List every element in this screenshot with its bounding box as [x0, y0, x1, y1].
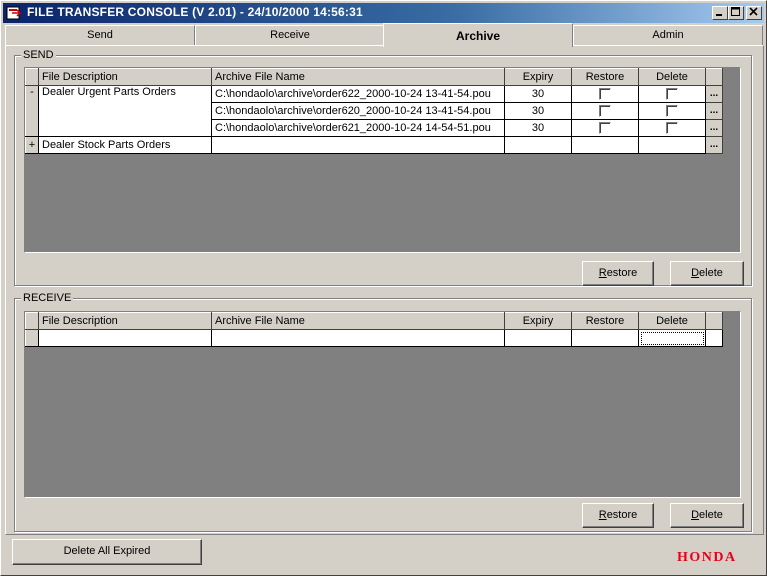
send-archive-table: File Description Archive File Name Expir… — [25, 68, 723, 154]
window-title: FILE TRANSFER CONSOLE (V 2.01) - 24/10/2… — [27, 5, 363, 19]
restore-cell[interactable] — [571, 329, 639, 347]
minimize-icon — [716, 14, 722, 16]
send-delete-label: elete — [699, 267, 723, 279]
col-file-description[interactable]: File Description — [38, 312, 212, 330]
expand-toggle[interactable]: + — [25, 136, 39, 154]
receive-restore-label: estore — [606, 509, 638, 521]
group-description: Dealer Urgent Parts Orders — [38, 85, 212, 137]
table-row[interactable] — [25, 329, 723, 347]
tab-admin[interactable]: Admin — [573, 25, 763, 45]
table-row[interactable]: - Dealer Urgent Parts Orders C:\hondaolo… — [25, 85, 723, 137]
col-spacer — [705, 68, 723, 86]
expiry-value[interactable] — [504, 136, 572, 154]
delete-checkbox[interactable] — [666, 122, 678, 135]
col-archive-file-name[interactable]: Archive File Name — [211, 68, 505, 86]
receive-archive-grid[interactable]: File Description Archive File Name Expir… — [24, 311, 741, 498]
restore-checkbox-cell[interactable] — [571, 85, 639, 103]
delete-cell[interactable] — [638, 136, 706, 154]
send-archive-grid[interactable]: File Description Archive File Name Expir… — [24, 67, 741, 253]
receive-delete-label: elete — [699, 509, 723, 521]
delete-checkbox[interactable] — [666, 105, 678, 118]
expiry-value[interactable]: 30 — [504, 102, 572, 120]
col-delete[interactable]: Delete — [638, 312, 706, 330]
delete-checkbox-cell[interactable] — [638, 85, 706, 103]
send-group-label: SEND — [21, 49, 56, 61]
collapse-toggle[interactable]: - — [25, 85, 39, 137]
col-spacer — [705, 312, 723, 330]
row-more-button[interactable]: ... — [705, 85, 723, 103]
receive-restore-button[interactable]: Restore — [582, 503, 654, 528]
tab-send[interactable]: Send — [5, 25, 195, 45]
receive-restore-accel: R — [598, 509, 607, 521]
delete-checkbox-cell[interactable] — [638, 102, 706, 120]
receive-table-header: File Description Archive File Name Expir… — [25, 312, 723, 330]
row-header[interactable] — [25, 329, 39, 347]
maximize-button[interactable] — [728, 6, 744, 20]
col-restore[interactable]: Restore — [571, 312, 639, 330]
col-expiry[interactable]: Expiry — [504, 68, 572, 86]
row-header-corner — [25, 312, 39, 330]
table-row[interactable]: + Dealer Stock Parts Orders ... — [25, 136, 723, 154]
restore-cell[interactable] — [571, 136, 639, 154]
col-file-description[interactable]: File Description — [38, 68, 212, 86]
app-icon — [6, 6, 22, 20]
archive-file-name: C:\hondaolo\archive\order622_2000-10-24 … — [211, 85, 505, 103]
honda-logo: HONDA — [677, 550, 737, 565]
main-window: FILE TRANSFER CONSOLE (V 2.01) - 24/10/2… — [0, 0, 767, 576]
col-restore[interactable]: Restore — [571, 68, 639, 86]
tab-strip: Send Receive Archive Admin — [5, 23, 764, 47]
receive-delete-accel: D — [691, 509, 700, 521]
col-delete[interactable]: Delete — [638, 68, 706, 86]
send-restore-button[interactable]: Restore — [582, 261, 654, 286]
send-group: SEND File Description Archive File Name … — [14, 49, 752, 286]
group-description: Dealer Stock Parts Orders — [38, 136, 212, 154]
delete-cell[interactable] — [638, 329, 706, 347]
send-delete-accel: D — [691, 267, 700, 279]
row-more-button[interactable]: ... — [705, 102, 723, 120]
expiry-value[interactable]: 30 — [504, 119, 572, 137]
row-end-cell — [705, 329, 723, 347]
restore-checkbox-cell[interactable] — [571, 119, 639, 137]
receive-group-label: RECEIVE — [21, 292, 74, 304]
archive-tab-pane: SEND File Description Archive File Name … — [5, 45, 764, 535]
delete-checkbox-cell[interactable] — [638, 119, 706, 137]
send-delete-button[interactable]: Delete — [670, 261, 744, 286]
archive-file-name: C:\hondaolo\archive\order620_2000-10-24 … — [211, 102, 505, 120]
tab-receive[interactable]: Receive — [195, 25, 385, 45]
group-description — [38, 329, 212, 347]
minimize-button[interactable] — [712, 6, 728, 20]
col-expiry[interactable]: Expiry — [504, 312, 572, 330]
expiry-value[interactable]: 30 — [504, 85, 572, 103]
send-restore-label: estore — [606, 267, 638, 279]
close-button[interactable] — [746, 6, 762, 20]
col-archive-file-name[interactable]: Archive File Name — [211, 312, 505, 330]
close-icon — [749, 7, 758, 16]
row-header-corner — [25, 68, 39, 86]
archive-file-name: C:\hondaolo\archive\order621_2000-10-24 … — [211, 119, 505, 137]
delete-checkbox[interactable] — [666, 88, 678, 101]
row-more-button[interactable]: ... — [705, 136, 723, 154]
delete-all-expired-button[interactable]: Delete All Expired — [12, 539, 202, 565]
row-more-button[interactable]: ... — [705, 119, 723, 137]
restore-checkbox[interactable] — [599, 88, 611, 101]
send-restore-accel: R — [598, 267, 607, 279]
archive-file-name — [211, 136, 505, 154]
receive-delete-button[interactable]: Delete — [670, 503, 744, 528]
maximize-icon — [731, 7, 740, 16]
restore-checkbox[interactable] — [599, 122, 611, 135]
archive-file-name — [211, 329, 505, 347]
restore-checkbox[interactable] — [599, 105, 611, 118]
restore-checkbox-cell[interactable] — [571, 102, 639, 120]
send-table-header: File Description Archive File Name Expir… — [25, 68, 723, 86]
receive-archive-table: File Description Archive File Name Expir… — [25, 312, 723, 347]
title-bar[interactable]: FILE TRANSFER CONSOLE (V 2.01) - 24/10/2… — [3, 3, 764, 23]
receive-group: RECEIVE File Description Archive File Na… — [14, 292, 752, 532]
expiry-value[interactable] — [504, 329, 572, 347]
tab-archive[interactable]: Archive — [383, 23, 573, 47]
